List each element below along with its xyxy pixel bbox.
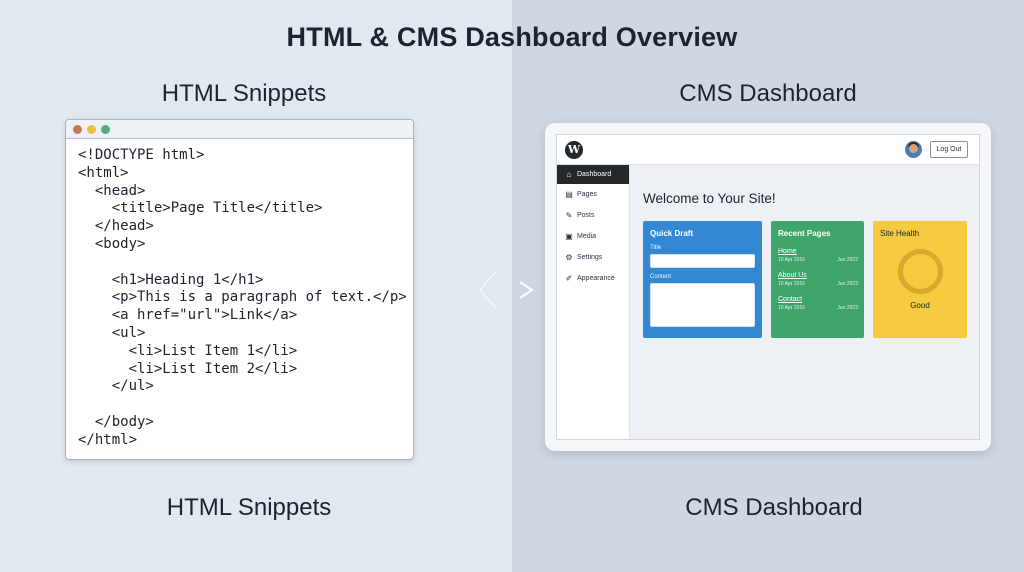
draft-content-textarea[interactable]	[650, 283, 755, 327]
sidebar-item-pages[interactable]: ▤ Pages	[557, 184, 629, 205]
sidebar-item-label: Dashboard	[577, 171, 612, 178]
page-link-contact[interactable]: Contact	[778, 296, 858, 303]
content-field-label: Content	[650, 274, 672, 280]
list-item: Contact 10 Apr 2016 Jan 2023	[778, 296, 858, 312]
code-line: </ul>	[78, 378, 154, 395]
minimize-dot-icon[interactable]	[87, 125, 96, 134]
close-dot-icon[interactable]	[73, 125, 82, 134]
list-item: About Us 10 Apr 2016 Jan 2023	[778, 272, 858, 288]
sidebar-item-media[interactable]: ▣ Media	[557, 226, 629, 247]
health-ring-icon	[898, 249, 943, 294]
list-item: Home 10 Apr 2016 Jan 2022	[778, 248, 858, 264]
code-line: <a href="url">Link</a>	[78, 307, 298, 324]
draft-title-input[interactable]	[650, 254, 755, 268]
media-icon: ▣	[565, 232, 573, 241]
cms-dashboard-caption: CMS Dashboard	[685, 494, 863, 521]
code-line: <html>	[78, 164, 129, 181]
code-line: <li>List Item 1</li>	[78, 342, 298, 359]
sidebar-item-settings[interactable]: ⚙ Settings	[557, 247, 629, 268]
quick-draft-card: Quick Draft Title Content	[643, 221, 762, 338]
health-status: Good	[910, 301, 930, 310]
maximize-dot-icon[interactable]	[101, 125, 110, 134]
card-title: Site Health	[880, 229, 920, 238]
page-date: Jan 2023	[837, 281, 858, 287]
cms-sidebar: ⌂ Dashboard ▤ Pages ✎ Posts ▣ Media ⚙ Se…	[557, 165, 630, 439]
site-health-card: Site Health Good	[873, 221, 967, 338]
cms-topbar: W Log Out	[557, 135, 979, 165]
card-title: Recent Pages	[778, 229, 831, 238]
recent-pages-card: Recent Pages Home 10 Apr 2016 Jan 2022 A…	[771, 221, 864, 338]
page-link-home[interactable]: Home	[778, 248, 858, 255]
sidebar-item-appearance[interactable]: ✐ Appearance	[557, 268, 629, 289]
title-field-label: Title	[650, 245, 662, 251]
html-snippets-heading: HTML Snippets	[161, 80, 327, 107]
code-line: <title>Page Title</title>	[78, 200, 323, 217]
welcome-heading: Welcome to Your Site!	[643, 191, 776, 206]
sidebar-item-label: Pages	[577, 191, 597, 198]
page-meta: 10 Apr 2016	[778, 257, 805, 263]
page-meta: 10 Apr 2016	[778, 281, 805, 287]
code-line: <body>	[78, 235, 146, 252]
code-line: <h1>Heading 1</h1>	[78, 271, 264, 288]
sidebar-item-label: Media	[577, 233, 597, 240]
code-line: <!DOCTYPE html>	[78, 147, 205, 163]
transition-arrow-icon	[415, 271, 534, 309]
sidebar-item-label: Settings	[577, 254, 603, 261]
page-title: HTML & CMS Dashboard Overview	[286, 22, 738, 52]
brush-icon: ✐	[565, 274, 573, 283]
page-link-about-us[interactable]: About Us	[778, 272, 858, 279]
code-body: <!DOCTYPE html> <html> <head> <title>Pag…	[66, 139, 413, 450]
home-icon: ⌂	[566, 170, 572, 179]
code-line: <li>List Item 2</li>	[78, 360, 298, 377]
avatar[interactable]	[905, 141, 922, 158]
page-meta: 10 Apr 2016	[778, 305, 805, 311]
code-line: <p>This is a paragraph of text.</p>	[78, 289, 407, 306]
window-titlebar	[66, 120, 413, 139]
html-snippets-caption: HTML Snippets	[166, 494, 332, 521]
gear-icon: ⚙	[565, 253, 573, 262]
logout-button[interactable]: Log Out	[930, 141, 968, 158]
pages-icon: ▤	[565, 190, 573, 199]
code-line: </head>	[78, 218, 154, 235]
cms-screen: W Log Out ⌂ Dashboard ▤ Pages ✎ Posts ▣ …	[556, 134, 980, 440]
sidebar-item-label: Appearance	[577, 275, 615, 282]
code-line: </body>	[78, 413, 154, 430]
card-title: Quick Draft	[650, 229, 694, 238]
wordpress-logo-icon[interactable]: W	[565, 141, 583, 159]
code-editor-window: <!DOCTYPE html> <html> <head> <title>Pag…	[65, 119, 414, 460]
code-line: <head>	[78, 182, 146, 199]
cms-dashboard-heading: CMS Dashboard	[679, 80, 857, 107]
sidebar-item-label: Posts	[577, 212, 595, 219]
sidebar-item-posts[interactable]: ✎ Posts	[557, 205, 629, 226]
code-line: <ul>	[78, 324, 146, 341]
pin-icon: ✎	[565, 211, 573, 220]
cms-window: W Log Out ⌂ Dashboard ▤ Pages ✎ Posts ▣ …	[545, 123, 991, 451]
page-date: Jan 2023	[837, 305, 858, 311]
sidebar-item-dashboard[interactable]: ⌂ Dashboard	[557, 165, 629, 184]
code-line: </html>	[78, 431, 138, 448]
page-date: Jan 2022	[837, 257, 858, 263]
